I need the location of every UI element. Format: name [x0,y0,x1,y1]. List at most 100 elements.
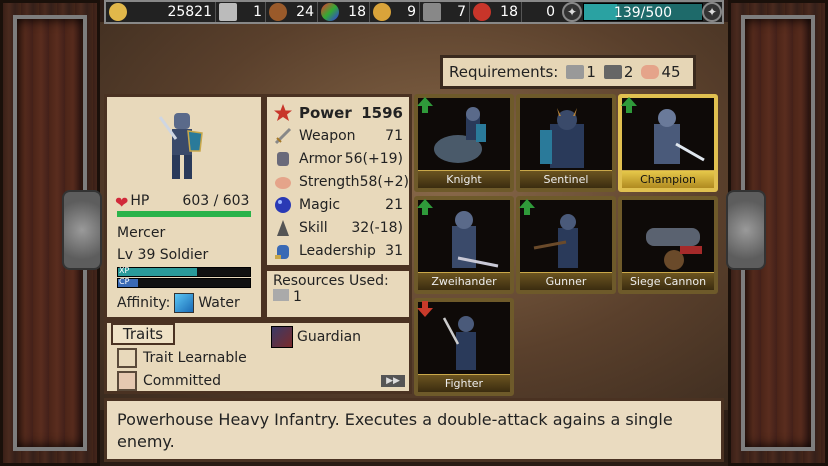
unit-name: Mercer [117,225,166,241]
hammer-icon [273,289,289,301]
empty-trait-slot-icon [117,348,137,368]
coin-icon [373,3,391,21]
hammer-icon [219,3,237,21]
unit-label: Sentinel [520,170,612,188]
knight-icon [434,107,486,163]
unit-label: Gunner [520,272,612,290]
req-strength-value: 45 [661,63,681,81]
sword-icon [274,127,292,144]
stat-value: 1596 [361,103,403,122]
stat-name: Magic [299,196,341,213]
left-clasp [62,190,102,270]
stat-strength: Strength 58(+2) [273,170,409,193]
unit-label: Siege Cannon [622,272,714,290]
hammer-icon [566,65,585,79]
resources-used-panel: Resources Used: 1 [264,268,412,320]
xp-bar: XP [117,266,251,277]
stat-name: Leadership [299,242,376,259]
affinity-row: Affinity: Water [117,293,240,313]
hammer-value: 1 [253,4,262,20]
unit-label: Zweihander [418,272,510,290]
resources-value: 1 [293,289,302,305]
army-progress-text: 139/500 [613,5,673,21]
ore-resource: 7 [420,2,470,22]
unit-portrait-panel: ❤ HP 603 / 603 Mercer Lv 39 Soldier XP C… [104,94,264,320]
ore-icon [603,65,622,79]
misc-value: 0 [546,4,555,20]
trait-label: Guardian [297,329,362,345]
stat-power: Power 1596 [273,101,403,124]
unit-sentinel[interactable]: Sentinel [516,94,616,192]
zweihander-icon [452,211,499,268]
right-clasp [726,190,766,270]
xp-label: XP [119,266,130,275]
stat-weapon: Weapon 71 [273,124,403,147]
coin-value: 9 [407,4,416,20]
coin-resource: 9 [370,2,420,22]
siege-cannon-icon [646,228,702,270]
horse-icon [269,3,287,21]
misc-resource: 0 [522,2,558,22]
unit-knight[interactable]: Knight [414,94,514,192]
hp-row: ❤ HP 603 / 603 [115,193,255,212]
traits-header: Traits [111,323,175,345]
req-ore-value: 2 [623,63,634,81]
trait-label: Trait Learnable [143,350,247,366]
hammer-resource: 1 [216,2,266,22]
resources-label: Resources Used: [273,273,389,289]
hp-value: 603 / 603 [182,193,250,209]
affinity-label: Affinity: [117,295,171,311]
trait-committed[interactable]: Committed [117,371,221,391]
stat-name: Strength [299,173,360,190]
trait-guardian[interactable]: Guardian [271,326,361,348]
magic-orb-icon [275,196,291,213]
strength-arm-icon [275,176,291,189]
trait-label: Committed [143,373,221,389]
unit-champion[interactable]: Champion [618,94,718,192]
stat-name: Skill [299,219,328,236]
stat-value: 58(+2) [359,173,409,190]
sentinel-icon [540,108,584,168]
stat-value: 71 [385,127,403,144]
guardian-icon [271,326,293,348]
unit-label: Fighter [418,374,510,392]
stat-name: Power [299,103,352,122]
power-star-icon [274,103,292,121]
stat-magic: Magic 21 [273,193,403,216]
water-affinity-icon [174,293,195,313]
unit-zweihander[interactable]: Zweihander [414,196,514,294]
requirements-label: Requirements: [449,63,559,81]
unit-fighter[interactable]: Fighter [414,298,514,396]
meat-icon [473,3,491,21]
horse-resource: 24 [266,2,318,22]
champion-icon [654,109,705,164]
unit-description: Powerhouse Heavy Infantry. Executes a do… [104,398,724,462]
unit-level: Lv 39 Soldier [117,247,209,263]
star-cap-icon: ✦ [702,2,722,22]
armor-icon [277,151,289,166]
leadership-helmet-icon [275,244,289,259]
requirements-box: Requirements: 1 2 45 [440,55,696,89]
trait-learnable[interactable]: Trait Learnable [117,348,247,368]
unit-gunner[interactable]: Gunner [516,196,616,294]
stat-skill: Skill 32(-18) [273,216,403,239]
fast-forward-button[interactable]: ▶▶ [381,375,405,387]
hp-label: HP [130,193,150,209]
stat-name: Weapon [299,127,356,144]
stat-name: Armor [299,150,343,167]
skill-icon [277,219,289,236]
army-progress-bar: 139/500 [583,3,703,21]
stat-value: 21 [385,196,403,213]
star-icon: ✦ [562,2,582,22]
gold-icon [109,3,127,21]
gem-icon [321,3,339,21]
gunner-icon [533,214,578,268]
strength-arm-icon [641,65,660,79]
knight-portrait [158,113,203,179]
heart-icon: ❤ [115,193,129,212]
cp-label: CP [119,277,130,286]
unit-siege-cannon[interactable]: Siege Cannon [618,196,718,294]
stat-armor: Armor 56(+19) [273,147,403,170]
ore-value: 7 [457,4,466,20]
traits-panel: Traits Trait Learnable Committed Guardia… [104,320,412,394]
